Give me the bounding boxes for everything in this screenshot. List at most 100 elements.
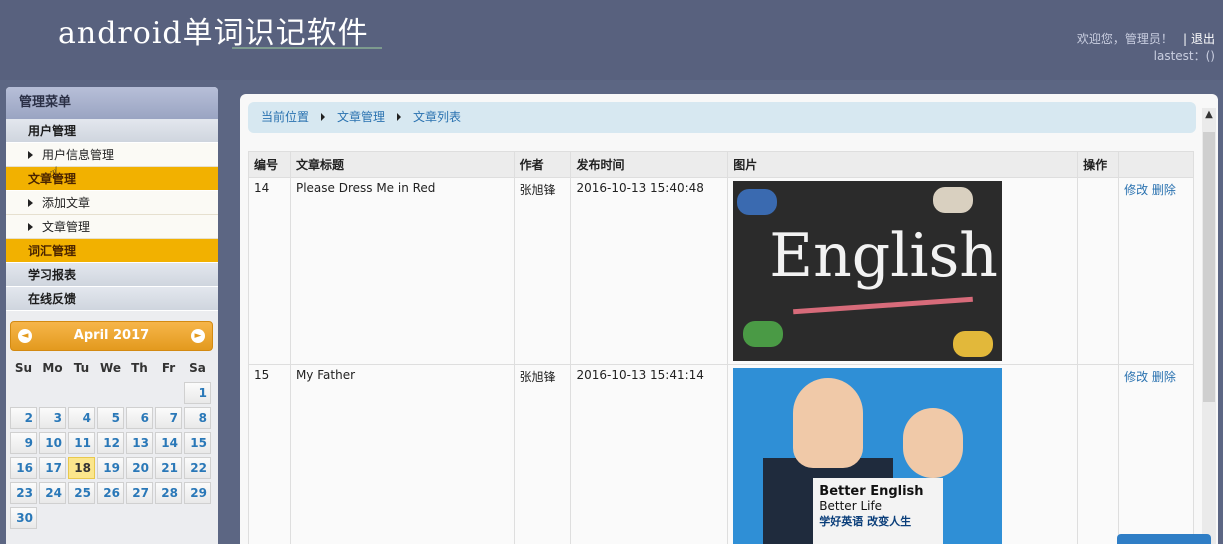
edit-link[interactable]: 修改 <box>1124 370 1148 384</box>
calendar-day[interactable]: 11 <box>68 432 95 454</box>
next-month-icon[interactable]: ► <box>191 329 205 343</box>
calendar-day[interactable]: 24 <box>39 482 66 504</box>
col-header-action: 操作 <box>1077 151 1120 178</box>
sidebar-title: 管理菜单 <box>6 87 218 119</box>
calendar-day[interactable]: 26 <box>97 482 124 504</box>
user-status: lastest：() <box>1153 49 1215 63</box>
menu-group-vocab[interactable]: 词汇管理 <box>6 239 218 263</box>
menu-item-label: 用户信息管理 <box>42 148 115 162</box>
col-header-title: 文章标题 <box>289 151 515 178</box>
calendar-day[interactable]: 7 <box>155 407 182 429</box>
calendar-day[interactable]: 23 <box>10 482 37 504</box>
delete-link[interactable]: 删除 <box>1152 370 1176 384</box>
cell-empty <box>1077 364 1120 544</box>
cell-title: My Father <box>289 364 515 544</box>
breadcrumb-item[interactable]: 文章列表 <box>413 110 461 124</box>
delete-link[interactable]: 删除 <box>1152 183 1176 197</box>
calendar-empty-cell <box>68 382 95 404</box>
calendar-day[interactable]: 27 <box>126 482 153 504</box>
calendar-day[interactable]: 20 <box>126 457 153 479</box>
menu-group-user[interactable]: 用户管理 <box>6 119 218 143</box>
man-head-shape <box>793 378 864 468</box>
calendar-day-today[interactable]: 18 <box>68 457 95 479</box>
col-header-author: 作者 <box>513 151 572 178</box>
scroll-up-icon[interactable]: ▲ <box>1202 108 1216 122</box>
calendar-day[interactable]: 28 <box>155 482 182 504</box>
scroll-thumb[interactable] <box>1203 132 1215 402</box>
hand-shape <box>743 321 784 347</box>
calendar-day[interactable]: 22 <box>184 457 211 479</box>
article-table: 编号 文章标题 作者 发布时间 图片 操作 14 Please Dress Me… <box>248 151 1194 544</box>
calendar-day[interactable]: 30 <box>10 507 37 529</box>
menu-item-label: 文章管理 <box>42 220 91 234</box>
calendar-day[interactable]: 5 <box>97 407 124 429</box>
chat-widget-button[interactable] <box>1117 534 1211 544</box>
col-header-time: 发布时间 <box>570 151 729 178</box>
calendar-weekday: Tu <box>73 361 90 375</box>
sign-board: Better English Better Life 学好英语 改变人生 <box>813 478 944 544</box>
menu-item-add-article[interactable]: 添加文章 <box>6 191 218 215</box>
table-row: 14 Please Dress Me in Red 张旭锋 2016-10-13… <box>248 177 1194 365</box>
menu-item-user-info[interactable]: 用户信息管理 <box>6 143 218 167</box>
calendar-day[interactable]: 13 <box>126 432 153 454</box>
calendar-weekday: Fr <box>161 361 176 375</box>
breadcrumb-item[interactable]: 当前位置 <box>261 110 309 124</box>
triangle-right-icon <box>28 199 33 207</box>
menu-item-article-manage[interactable]: 文章管理 <box>6 215 218 239</box>
calendar-day[interactable]: 15 <box>184 432 211 454</box>
calendar-empty-cell <box>126 382 153 404</box>
calendar-empty-cell <box>10 382 37 404</box>
calendar-header: ◄ April 2017 ► <box>10 321 213 351</box>
cell-empty <box>1077 177 1120 365</box>
cell-id: 15 <box>248 364 291 544</box>
cell-image: English <box>727 177 1079 365</box>
calendar-day[interactable]: 8 <box>184 407 211 429</box>
calendar-empty-cell <box>155 382 182 404</box>
calendar-day[interactable]: 25 <box>68 482 95 504</box>
image-text: Better English <box>819 484 924 499</box>
menu-group-report[interactable]: 学习报表 <box>6 263 218 287</box>
edit-link[interactable]: 修改 <box>1124 183 1148 197</box>
cell-title: Please Dress Me in Red <box>289 177 515 365</box>
image-text: 学好英语 改变人生 <box>819 515 912 528</box>
calendar-day[interactable]: 3 <box>39 407 66 429</box>
vertical-scrollbar[interactable]: ▲ <box>1202 108 1216 544</box>
hand-shape <box>737 189 778 215</box>
calendar-day[interactable]: 9 <box>10 432 37 454</box>
menu-group-article[interactable]: 文章管理 <box>6 167 218 191</box>
calendar-day[interactable]: 19 <box>97 457 124 479</box>
calendar-empty-cell <box>39 382 66 404</box>
calendar-day[interactable]: 1 <box>184 382 211 404</box>
calendar-day[interactable]: 4 <box>68 407 95 429</box>
menu-group-feedback[interactable]: 在线反馈 <box>6 287 218 311</box>
calendar-grid: Su Mo Tu We Th Fr Sa 1 2 3 4 5 6 7 8 9 10 11 12 13 14 15 16 17 1… <box>10 357 213 529</box>
prev-month-icon[interactable]: ◄ <box>18 329 32 343</box>
arrow-right-icon <box>397 113 402 121</box>
calendar-day[interactable]: 17 <box>39 457 66 479</box>
calendar-weekday: We <box>100 361 121 375</box>
cell-actions: 修改 删除 <box>1118 364 1194 544</box>
calendar-day[interactable]: 2 <box>10 407 37 429</box>
calendar-widget: ◄ April 2017 ► Su Mo Tu We Th Fr Sa 1 2 3 4 5 6 7 8 9 10… <box>10 321 213 529</box>
calendar-day[interactable]: 29 <box>184 482 211 504</box>
breadcrumb-item[interactable]: 文章管理 <box>337 110 385 124</box>
welcome-text: 欢迎您，管理员！ <box>1076 32 1173 46</box>
cell-actions: 修改 删除 <box>1118 177 1194 365</box>
calendar-day[interactable]: 10 <box>39 432 66 454</box>
cell-author: 张旭锋 <box>513 364 572 544</box>
title-underline <box>232 47 382 49</box>
hand-shape <box>933 187 974 213</box>
woman-head-shape <box>903 408 964 478</box>
calendar-day[interactable]: 6 <box>126 407 153 429</box>
calendar-day[interactable]: 21 <box>155 457 182 479</box>
calendar-weekday: Th <box>131 361 148 375</box>
main-panel: 当前位置 文章管理 文章列表 编号 文章标题 作者 发布时间 图片 操作 14 Pl… <box>240 94 1218 544</box>
hand-shape <box>953 331 994 357</box>
calendar-day[interactable]: 16 <box>10 457 37 479</box>
col-header-id: 编号 <box>248 151 291 178</box>
article-image: English <box>733 181 1003 361</box>
hand-cursor-icon: ☝ <box>49 163 59 182</box>
logout-link[interactable]: 退出 <box>1191 32 1215 46</box>
calendar-day[interactable]: 12 <box>97 432 124 454</box>
calendar-day[interactable]: 14 <box>155 432 182 454</box>
